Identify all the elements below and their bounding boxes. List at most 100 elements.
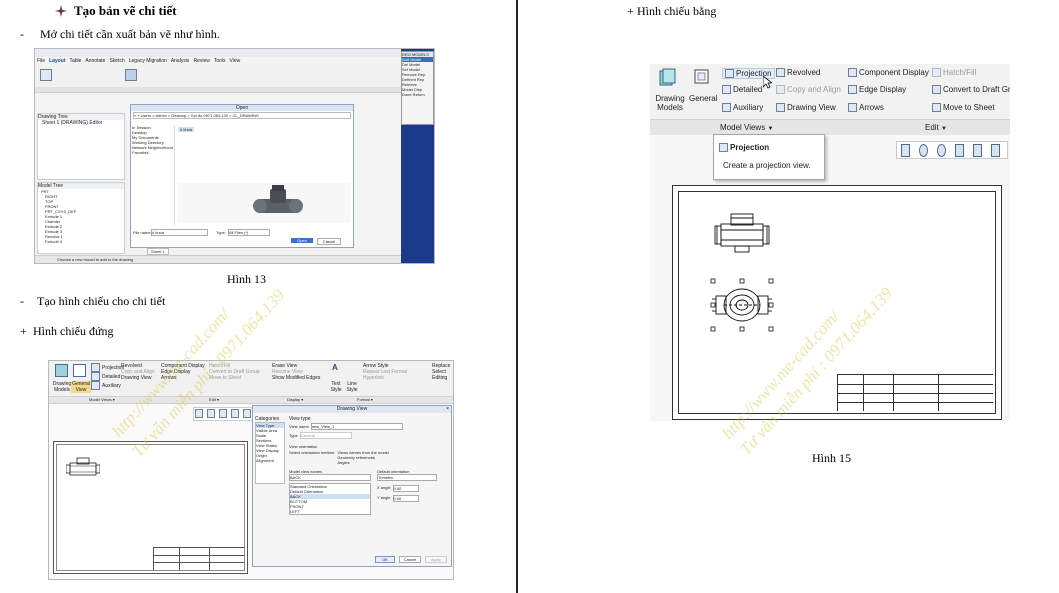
group-edit[interactable]: Edit ▼ (925, 123, 947, 132)
cancel-button[interactable]: Cancel (317, 238, 341, 245)
general-view-icon[interactable] (73, 364, 86, 377)
fig13-tab[interactable]: Table (69, 58, 81, 64)
open-button[interactable]: Open (291, 238, 313, 243)
sheet-title-block (153, 547, 244, 570)
group-model-views[interactable]: Model Views ▾ (89, 397, 115, 402)
apply-button[interactable]: Apply (425, 556, 447, 563)
default-orientation-select[interactable]: Trimetric (377, 474, 437, 481)
ribbon-arrows[interactable]: Arrows (848, 103, 884, 113)
view-name-input[interactable]: new_View_1 (310, 423, 403, 430)
categories-panel: Categories View Type Visible Area Scale … (255, 416, 285, 556)
ribbon-edge-display[interactable]: Edge Display (848, 85, 906, 95)
category-item[interactable]: Alignment (256, 458, 284, 463)
ribbon-drawing-models[interactable]: Drawing Models (654, 94, 686, 112)
ribbon-hyperlink[interactable]: Hyperlink (363, 375, 407, 381)
ribbon-drawing-view[interactable]: Drawing View (121, 375, 155, 381)
model-tree-item[interactable]: Extrude 4 (38, 239, 124, 244)
bullet-dash: - (20, 27, 24, 41)
general-view-icon[interactable] (693, 68, 711, 86)
ribbon-auxiliary[interactable]: Auxiliary (91, 381, 124, 390)
x-angle-input[interactable]: 0.00 (392, 485, 419, 492)
ribbon-col-editing: Replace Select Editing (432, 363, 450, 381)
mouse-cursor-icon (763, 76, 772, 89)
ok-button[interactable]: OK (375, 556, 395, 563)
ribbon-projection[interactable]: Projection (91, 363, 124, 372)
drawing-models-icon[interactable] (658, 68, 676, 86)
sheet-tab[interactable]: Sheet 1 (147, 248, 169, 255)
zoom-in-icon[interactable] (207, 409, 215, 418)
file-name-input[interactable]: ô khoá (151, 229, 208, 236)
saved-views-icon[interactable] (991, 144, 1000, 157)
fig13-tab[interactable]: Analysis (171, 58, 190, 64)
method-radio-angles[interactable]: Angles (337, 460, 389, 465)
folder-item[interactable]: Favorites (132, 150, 174, 155)
type-select[interactable]: All Files (*) (228, 229, 270, 236)
fig13-tab[interactable]: Review (193, 58, 209, 64)
zoom-out-icon[interactable] (937, 144, 946, 157)
dialog-close-icon[interactable]: × (446, 406, 449, 412)
ribbon-general-view[interactable]: General View (71, 381, 91, 393)
ribbon-move-sheet[interactable]: Move to Sheet (209, 375, 260, 381)
ribbon-drawing-view[interactable]: Drawing View (776, 103, 836, 113)
ribbon-col-views: Projection Detailed Auxiliary (91, 363, 124, 390)
fig13-ribbon-groups (35, 87, 401, 92)
text-style-icon[interactable]: A (332, 363, 338, 372)
ribbon-detailed[interactable]: Detailed (91, 372, 124, 381)
drawing-models-icon[interactable] (55, 364, 68, 377)
general-view-icon[interactable] (125, 69, 137, 81)
file-item[interactable]: ô khoá (178, 127, 195, 132)
fig13-tab[interactable]: Legacy Migration (129, 58, 167, 64)
drawing-models-icon[interactable] (40, 69, 52, 81)
ribbon-copy-align[interactable]: Copy and Align (776, 85, 841, 95)
type-select[interactable]: General (299, 432, 352, 439)
ribbon-revolved[interactable]: Revolved (776, 68, 820, 78)
fig13-tab[interactable]: View (230, 58, 241, 64)
ribbon-text-style[interactable]: Text Style (329, 381, 343, 393)
group-edit[interactable]: Edit ▾ (209, 397, 219, 402)
group-format[interactable]: Format ▾ (357, 397, 373, 402)
ribbon-move-sheet[interactable]: Move to Sheet (932, 103, 995, 113)
ribbon-arrows[interactable]: Arrows (161, 375, 205, 381)
ribbon-show-modified[interactable]: Show Modified Edges (272, 375, 320, 381)
model-view-filter[interactable]: BACK (289, 474, 371, 481)
model-view-item[interactable]: LEFT (290, 509, 370, 514)
column-divider (516, 0, 518, 593)
open-dialog-path[interactable]: « « Users > Admin > Desktop > Gọi đo 097… (133, 112, 351, 119)
repaint-icon[interactable] (231, 409, 239, 418)
ribbon-detailed[interactable]: Detailed (722, 85, 762, 95)
refit-icon[interactable] (901, 144, 910, 157)
ribbon-drawing-models[interactable]: Drawing Models (51, 381, 73, 393)
drawing-view-icon (776, 103, 785, 113)
ribbon-component-display[interactable]: Component Display (848, 68, 929, 78)
group-model-views[interactable]: Model Views ▼ (720, 123, 773, 132)
ribbon-hatch-fill[interactable]: Hatch/Fill (932, 68, 976, 78)
sheet-title-block (837, 374, 993, 411)
tooltip-text: Create a projection view. (723, 161, 811, 170)
group-display[interactable]: Display ▾ (287, 397, 303, 402)
fig13-tab[interactable]: Annotate (85, 58, 105, 64)
y-angle-input[interactable]: 0.00 (392, 495, 419, 502)
display-style-icon[interactable] (973, 144, 982, 157)
x-angle-label: X angle (377, 485, 391, 490)
display-style-icon[interactable] (243, 409, 251, 418)
zoom-out-icon[interactable] (219, 409, 227, 418)
ribbon-line-style[interactable]: Line Style (345, 381, 359, 393)
fig13-tab[interactable]: Sketch (109, 58, 124, 64)
move-sheet-icon (932, 103, 941, 113)
top-view-drawing-selected[interactable] (710, 278, 774, 332)
refit-icon[interactable] (195, 409, 203, 418)
zoom-in-icon[interactable] (919, 144, 928, 157)
component-display-icon (848, 68, 857, 78)
repaint-icon[interactable] (955, 144, 964, 157)
ribbon-general[interactable]: General (689, 94, 717, 103)
ribbon-convert-draft[interactable]: Convert to Draft Gro (932, 85, 1010, 95)
drawing-tree-item[interactable]: Sheet 1 (DRAWING) Editor (38, 120, 124, 126)
cancel-button[interactable]: Cancel (399, 556, 421, 563)
fig13-tab[interactable]: File (37, 58, 45, 64)
ribbon-auxiliary[interactable]: Auxiliary (722, 103, 763, 113)
chevron-down-icon: ▼ (767, 126, 774, 132)
bullet-plus: + (627, 4, 634, 18)
menu-panel-item[interactable]: Done Return (402, 92, 433, 97)
fig13-tab[interactable]: Tools (214, 58, 226, 64)
fig13-tab[interactable]: Layout (49, 58, 65, 64)
